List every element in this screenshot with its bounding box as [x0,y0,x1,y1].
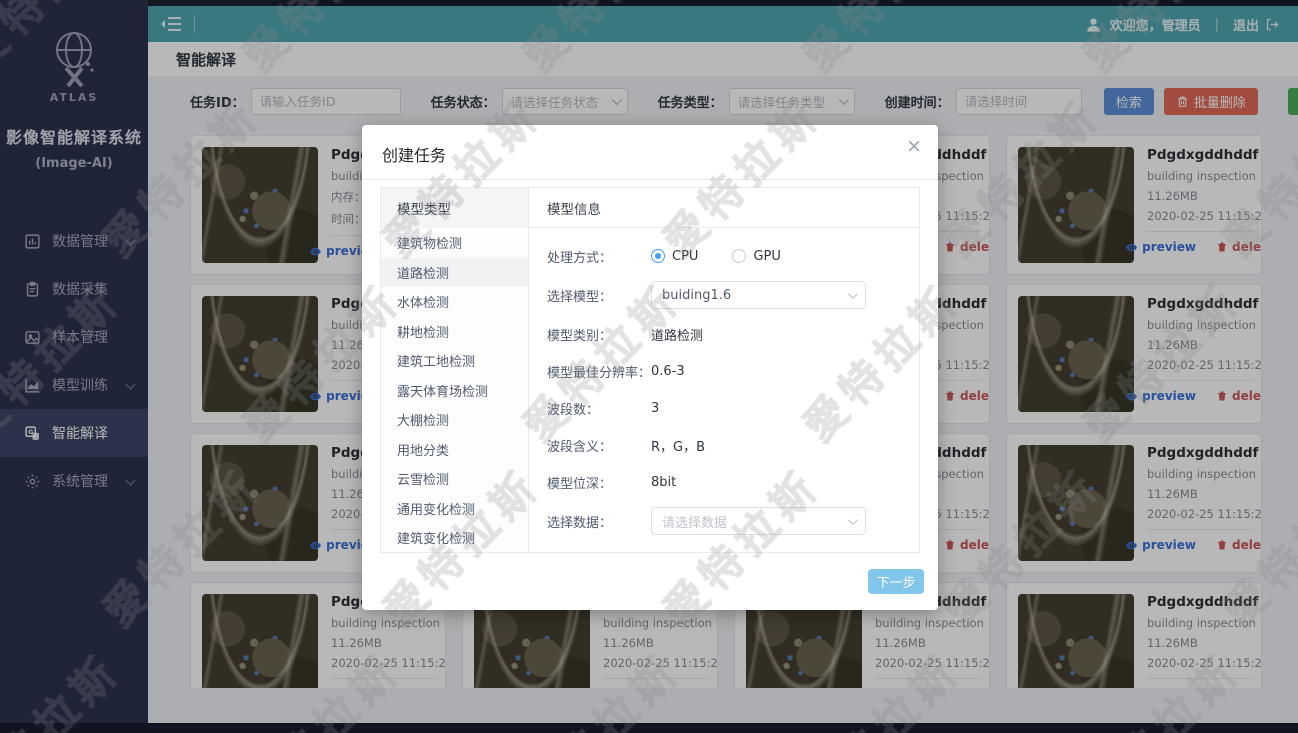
chevron-down-icon [848,515,858,525]
app-window: ATLAS 影像智能解译系统 (Image-AI) 数据管理数据采集样本管理模型… [0,0,1298,733]
data-select[interactable]: 请选择数据 [651,507,866,535]
model-info-header: 模型信息 [529,188,919,228]
model-type-item-3[interactable]: 耕地检测 [381,317,528,347]
model-info-panel: 模型信息 处理方式： CPU GPU 选择模型： buiding1.6 [529,188,919,552]
model-type-item-10[interactable]: 建筑变化检测 [381,523,528,553]
radio-unselected-icon [732,249,746,263]
model-type-item-2[interactable]: 水体检测 [381,287,528,317]
cpu-radio[interactable]: CPU [651,249,698,264]
best-resolution-label: 模型最佳分辨率： [547,362,651,381]
model-type-item-7[interactable]: 用地分类 [381,435,528,465]
model-type-item-0[interactable]: 建筑物检测 [381,228,528,258]
model-select[interactable]: buiding1.6 [651,281,866,309]
create-task-modal: 创建任务 × 模型类型 建筑物检测道路检测水体检测耕地检测建筑工地检测露天体育场… [362,125,938,610]
model-type-item-8[interactable]: 云雪检测 [381,464,528,494]
process-mode-label: 处理方式： [547,247,651,266]
next-step-button[interactable]: 下一步 [868,569,924,594]
data-select-label: 选择数据： [547,512,651,531]
modal-title: 创建任务 [382,146,446,165]
model-type-list: 建筑物检测道路检测水体检测耕地检测建筑工地检测露天体育场检测大棚检测用地分类云雪… [381,228,528,553]
model-select-label: 选择模型： [547,286,651,305]
modal-divider [362,179,938,180]
band-count-label: 波段数： [547,399,651,418]
bit-depth-value: 8bit [651,475,676,490]
close-icon[interactable]: × [906,137,922,156]
gpu-radio[interactable]: GPU [732,249,780,264]
model-type-item-9[interactable]: 通用变化检测 [381,494,528,524]
model-type-item-4[interactable]: 建筑工地检测 [381,346,528,376]
band-meaning-value: R，G，B [651,436,705,455]
bit-depth-label: 模型位深： [547,473,651,492]
radio-selected-icon [651,249,665,263]
model-type-item-6[interactable]: 大棚检测 [381,405,528,435]
model-type-header: 模型类型 [381,188,528,228]
chevron-down-icon [848,289,858,299]
model-type-panel: 模型类型 建筑物检测道路检测水体检测耕地检测建筑工地检测露天体育场检测大棚检测用… [381,188,529,552]
model-type-item-1[interactable]: 道路检测 [381,258,528,288]
model-category-value: 道路检测 [651,325,703,344]
model-category-label: 模型类别： [547,325,651,344]
band-meaning-label: 波段含义： [547,436,651,455]
band-count-value: 3 [651,401,659,416]
best-resolution-value: 0.6-3 [651,364,685,379]
model-type-item-5[interactable]: 露天体育场检测 [381,376,528,406]
